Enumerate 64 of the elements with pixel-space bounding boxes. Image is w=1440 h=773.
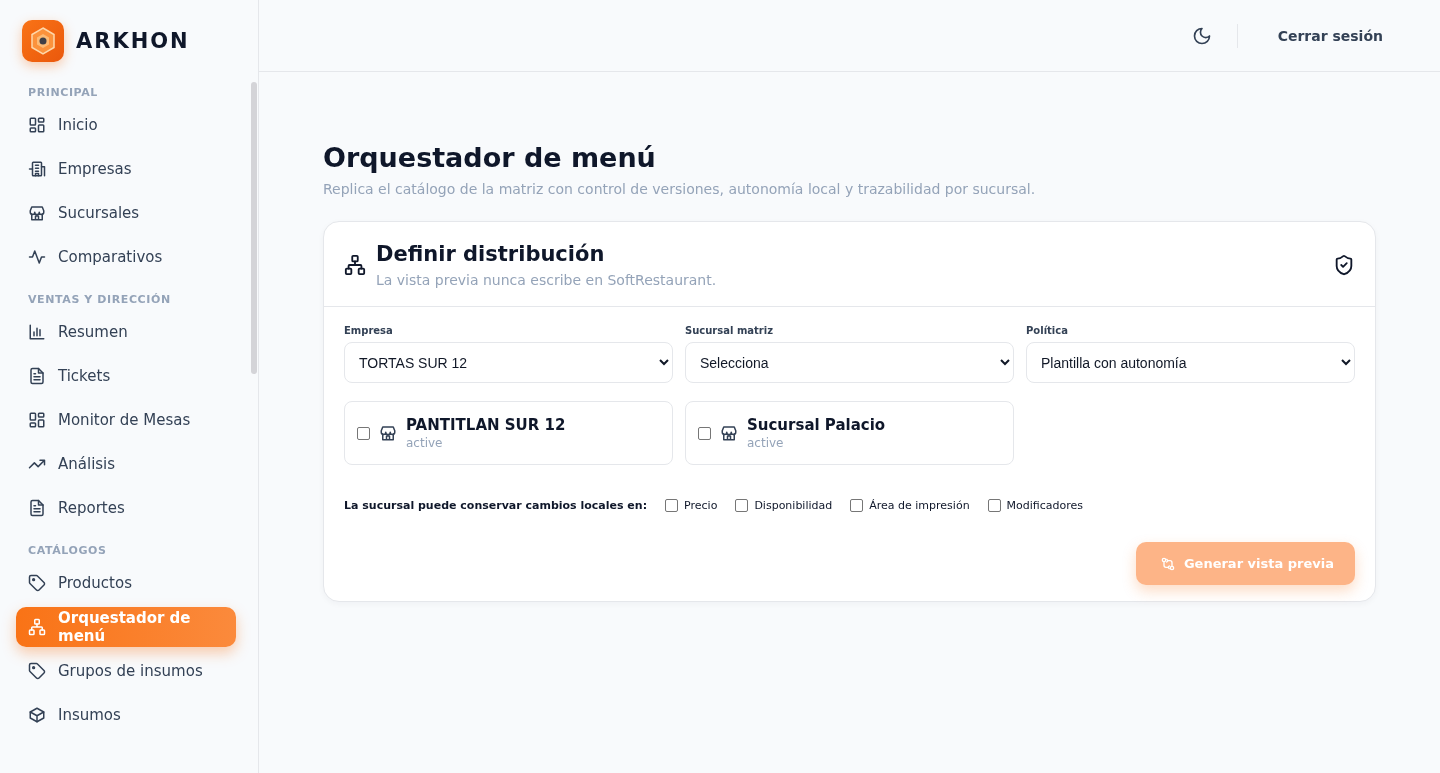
building-icon [28, 160, 46, 178]
select-field[interactable]: Plantilla con autonomía [1026, 342, 1355, 383]
select-field[interactable]: Selecciona [685, 342, 1014, 383]
checkbox-label: Modificadores [1006, 499, 1084, 512]
bar-chart-icon [28, 323, 46, 341]
sidebar-item[interactable]: Resumen [16, 312, 236, 352]
shield-check-icon [1333, 254, 1355, 276]
page-title: Orquestador de menú [323, 142, 657, 173]
local-changes-label: La sucursal puede conservar cambios locales en: [344, 499, 648, 512]
sidebar-item[interactable]: Comparativos [16, 237, 236, 277]
brand-name: ARKHON [76, 29, 190, 53]
section-heading: PRINCIPAL [27, 85, 99, 101]
branch-card[interactable]: PANTITLAN SUR 12 active [344, 401, 673, 465]
section-heading: VENTAS Y DIRECCIÓN [27, 292, 172, 308]
sidebar-item[interactable]: Tickets [16, 356, 236, 396]
sidebar-item[interactable]: Monitor de Mesas [16, 400, 236, 440]
branch-status: active [406, 436, 444, 450]
branch-name: Sucursal Palacio [747, 416, 886, 434]
checkbox[interactable] [987, 499, 1001, 512]
field-label: Sucursal matriz [685, 325, 775, 336]
grid-icon [28, 411, 46, 429]
logout-link[interactable]: Cerrar sesión [1277, 27, 1383, 44]
document-icon [28, 499, 46, 517]
card-subtitle: La vista previa nunca escribe en SoftRestaurant. [376, 272, 718, 288]
sidebar-item[interactable]: Análisis [16, 444, 236, 484]
checkbox[interactable] [357, 426, 370, 440]
select-field[interactable]: TORTAS SUR 12 [344, 342, 673, 383]
tag-icon [28, 662, 46, 680]
checkbox[interactable] [698, 426, 711, 440]
swap-icon [1159, 555, 1176, 572]
checkbox-label: Área de impresión [869, 499, 970, 512]
sidebar-item[interactable]: Empresas [16, 149, 236, 189]
store-icon [720, 424, 738, 442]
checkbox-label: Disponibilidad [754, 499, 833, 512]
scrollbar[interactable] [251, 82, 257, 374]
sidebar-item[interactable]: Insumos [16, 695, 236, 735]
checkbox[interactable] [735, 499, 749, 512]
sidebar-item[interactable]: Productos [16, 563, 236, 603]
section-heading: CATÁLOGOS [27, 543, 108, 559]
field-label: Política [1026, 325, 1069, 336]
store-icon [379, 424, 397, 442]
card-title: Definir distribución [376, 242, 606, 266]
checkbox[interactable] [665, 499, 679, 512]
package-icon [28, 706, 46, 724]
branch-status: active [747, 436, 785, 450]
store-icon [28, 204, 46, 222]
document-icon [28, 367, 46, 385]
logo-icon [22, 20, 64, 62]
branch-name: PANTITLAN SUR 12 [406, 416, 566, 434]
grid-icon [28, 116, 46, 134]
checkbox-label: Precio [684, 499, 718, 512]
sidebar-item[interactable]: Reportes [16, 488, 236, 528]
hierarchy-icon [28, 618, 46, 636]
hierarchy-icon [344, 254, 366, 276]
sidebar-item[interactable]: Sucursales [16, 193, 236, 233]
field-label: Empresa [344, 325, 394, 336]
branch-card[interactable]: Sucursal Palacio active [685, 401, 1014, 465]
pulse-icon [28, 248, 46, 266]
tag-icon [28, 574, 46, 592]
sidebar-item[interactable]: Grupos de insumos [16, 651, 236, 691]
sidebar-item[interactable]: Inicio [16, 105, 236, 145]
moon-icon [1191, 25, 1212, 46]
checkbox[interactable] [850, 499, 864, 512]
page-subtitle: Replica el catálogo de la matriz con control de versiones, autonomía local y trazabilidad por sucursal. [323, 181, 1037, 197]
